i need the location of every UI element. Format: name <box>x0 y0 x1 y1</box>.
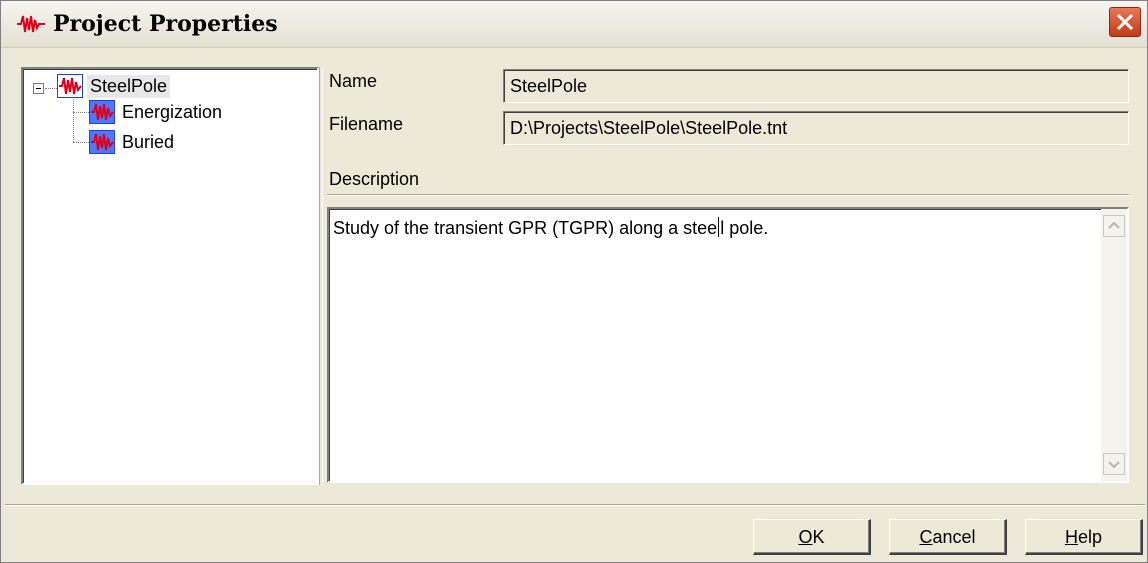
window-title: Project Properties <box>53 11 278 37</box>
cancel-button[interactable]: Cancel <box>889 519 1007 555</box>
help-button[interactable]: Help <box>1025 519 1143 555</box>
close-icon <box>1116 13 1134 31</box>
collapse-toggle[interactable] <box>33 83 44 94</box>
project-tree[interactable]: SteelPole Energization Buried <box>21 67 319 485</box>
tree-item-steelpole[interactable]: SteelPole <box>57 74 171 98</box>
tree-item-energization[interactable]: Energization <box>89 100 225 124</box>
chevron-up-icon <box>1108 221 1120 229</box>
name-label: Name <box>329 71 378 91</box>
waveform-icon <box>89 130 115 154</box>
scroll-down-button[interactable] <box>1103 453 1125 475</box>
waveform-icon <box>17 15 45 33</box>
vertical-scrollbar[interactable] <box>1101 209 1127 481</box>
scroll-up-button[interactable] <box>1103 215 1125 237</box>
tree-connector <box>73 142 89 143</box>
filename-field[interactable]: D:\Projects\SteelPole\SteelPole.tnt <box>503 111 1129 145</box>
tree-connector <box>45 88 57 89</box>
tree-item-label: Buried <box>122 131 175 152</box>
tree-item-buried[interactable]: Buried <box>89 130 177 154</box>
close-button[interactable] <box>1109 7 1141 37</box>
tree-connector <box>73 112 89 113</box>
description-textarea[interactable]: Study of the transient GPR (TGPR) along … <box>327 207 1129 483</box>
tree-item-label: Energization <box>122 101 223 122</box>
waveform-icon <box>89 100 115 124</box>
name-field[interactable]: SteelPole <box>503 69 1129 103</box>
project-properties-dialog: Project Properties SteelPole Energizatio… <box>0 0 1148 563</box>
description-label: Description <box>329 169 420 189</box>
tree-connector <box>73 97 74 142</box>
waveform-icon <box>57 74 83 98</box>
tree-item-label: SteelPole <box>87 74 171 98</box>
ok-button[interactable]: OK <box>753 519 871 555</box>
button-separator <box>5 504 1145 506</box>
vertical-divider <box>319 67 323 485</box>
chevron-down-icon <box>1108 461 1120 469</box>
description-separator <box>327 194 1129 196</box>
description-text: Study of the transient GPR (TGPR) along … <box>333 217 769 238</box>
filename-label: Filename <box>329 114 404 134</box>
title-bar[interactable]: Project Properties <box>1 1 1147 48</box>
